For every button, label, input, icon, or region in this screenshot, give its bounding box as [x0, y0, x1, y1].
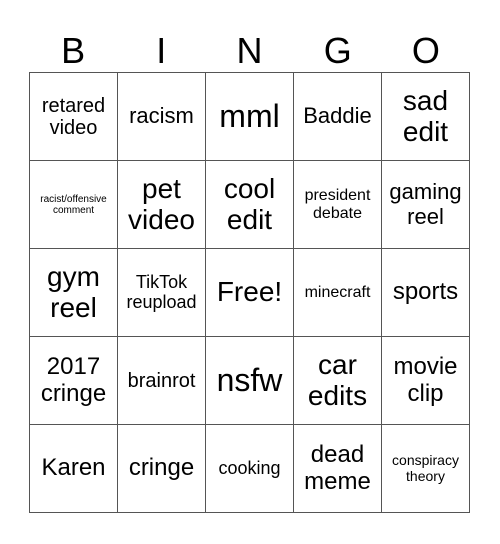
bingo-cell[interactable]: mml — [205, 72, 294, 161]
bingo-cell[interactable]: cool edit — [205, 160, 294, 249]
bingo-grid: retared video racism mml Baddie sad edit raci… — [29, 72, 470, 513]
bingo-row: retared video racism mml Baddie sad edit — [29, 72, 470, 161]
header-letter-i: I — [156, 30, 167, 71]
bingo-cell[interactable]: cooking — [205, 424, 294, 513]
bingo-cell[interactable]: nsfw — [205, 336, 294, 425]
bingo-cell[interactable]: racism — [117, 72, 206, 161]
bingo-cell[interactable]: racist/offensive comment — [29, 160, 118, 249]
header-letter-o: O — [411, 30, 440, 71]
bingo-cell[interactable]: Karen — [29, 424, 118, 513]
bingo-cell[interactable]: sad edit — [381, 72, 470, 161]
bingo-cell[interactable]: minecraft — [293, 248, 382, 337]
bingo-row: racist/offensive comment pet video cool ed… — [29, 160, 470, 249]
bingo-cell[interactable]: pet video — [117, 160, 206, 249]
bingo-row: 2017 cringe brainrot nsfw car edits movie cl… — [29, 336, 470, 425]
header-letter-n: N — [236, 30, 263, 71]
bingo-row: Karen cringe cooking dead meme conspiracy th… — [29, 424, 470, 513]
bingo-cell[interactable]: movie clip — [381, 336, 470, 425]
bingo-cell[interactable]: dead meme — [293, 424, 382, 513]
bingo-cell[interactable]: cringe — [117, 424, 206, 513]
bingo-cell[interactable]: gym reel — [29, 248, 118, 337]
bingo-cell[interactable]: conspiracy theory — [381, 424, 470, 513]
header-letter-b: B — [61, 30, 86, 71]
bingo-cell[interactable]: 2017 cringe — [29, 336, 118, 425]
bingo-cell[interactable]: president debate — [293, 160, 382, 249]
header-letter-g: G — [323, 30, 352, 71]
bingo-row: gym reel TikTok reupload Free! minecraft spo… — [29, 248, 470, 337]
bingo-cell[interactable]: Baddie — [293, 72, 382, 161]
bingo-cell[interactable]: retared video — [29, 72, 118, 161]
bingo-header: B I N G O — [29, 30, 470, 72]
bingo-cell[interactable]: TikTok reupload — [117, 248, 206, 337]
bingo-cell[interactable]: brainrot — [117, 336, 206, 425]
bingo-cell[interactable]: car edits — [293, 336, 382, 425]
bingo-cell[interactable]: gaming reel — [381, 160, 470, 249]
bingo-cell[interactable]: sports — [381, 248, 470, 337]
bingo-cell[interactable]: Free! — [205, 248, 294, 337]
